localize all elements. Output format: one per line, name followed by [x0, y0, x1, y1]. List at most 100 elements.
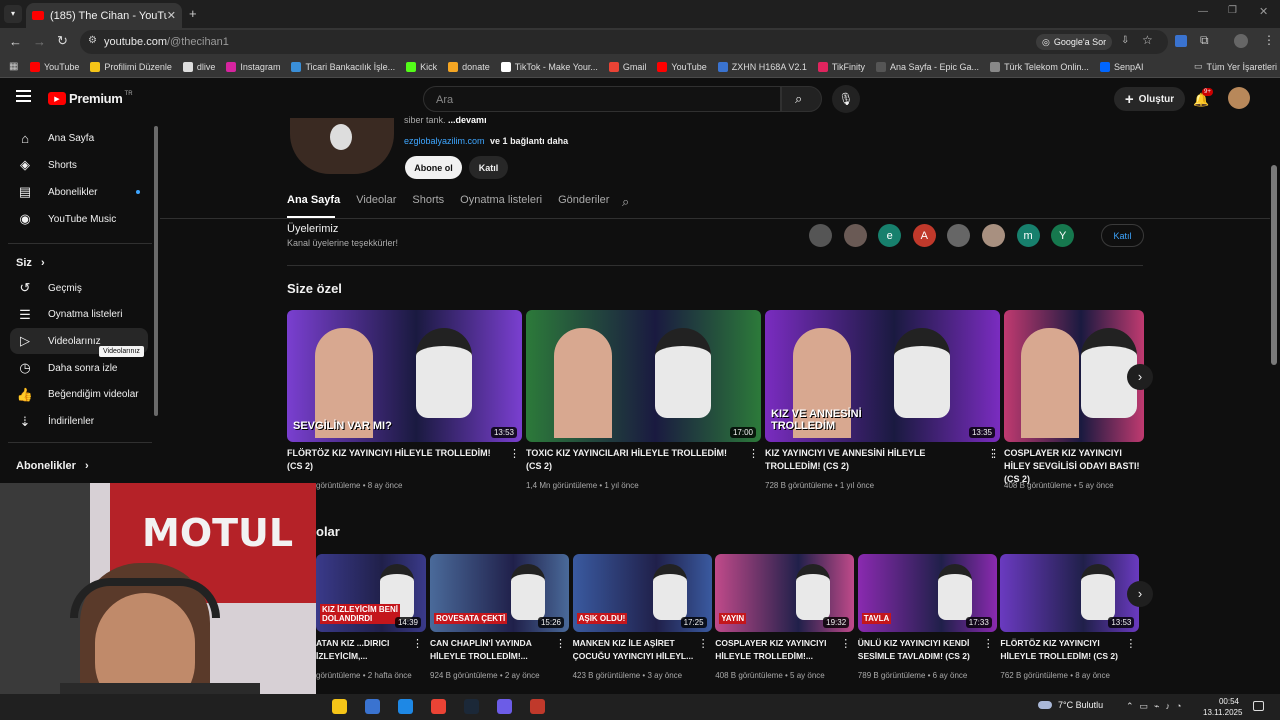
video-title[interactable]: ATAN KIZ ...DIRICI İZLEYİCİM,... [316, 637, 410, 663]
video-title[interactable]: KIZ YAYINCIYI VE ANNESİNİ HİLEYLE TROLLE… [765, 447, 980, 473]
weather-widget[interactable]: 7°C Bulutlu [1038, 700, 1103, 710]
obs-icon[interactable] [530, 699, 545, 714]
more-link[interactable]: ...devamı [448, 115, 487, 125]
more-links[interactable]: ve 1 bağlantı daha [490, 136, 568, 146]
bookmark-item[interactable]: TikTok - Make Your... [500, 61, 598, 72]
more-actions-icon[interactable]: ⋮ [412, 637, 423, 650]
video-title[interactable]: COSPLAYER KIZ YAYINCIYI HİLEYLE TROLLEDİ… [715, 637, 838, 663]
new-tab-button[interactable]: + [189, 6, 197, 21]
video-title[interactable]: TOXIC KIZ YAYINCILARI HİLEYLE TROLLEDİM!… [526, 447, 741, 473]
minimize-icon[interactable]: — [1198, 6, 1208, 17]
menu-dots-icon[interactable]: ⋮ [1263, 33, 1275, 47]
more-actions-icon[interactable]: ⋮ [698, 637, 709, 650]
video-thumbnail[interactable]: 13:53 [1000, 554, 1140, 632]
bookmark-item[interactable]: Instagram [226, 61, 280, 72]
more-actions-icon[interactable]: ⋮ [509, 447, 520, 460]
translate-icon[interactable] [1175, 35, 1187, 47]
more-actions-icon[interactable]: ⋮ [1125, 637, 1136, 650]
all-bookmarks[interactable]: ▭ Tüm Yer İşaretleri [1194, 61, 1277, 72]
discord-icon[interactable] [497, 699, 512, 714]
store-icon[interactable] [365, 699, 380, 714]
sidebar-item-home[interactable]: ⌂ Ana Sayfa [10, 125, 148, 151]
more-actions-icon[interactable]: ⋮ [989, 447, 1000, 460]
notifications-button[interactable]: 🔔 9+ [1193, 88, 1213, 109]
reload-icon[interactable]: ↻ [57, 33, 68, 49]
close-window-icon[interactable]: ✕ [1259, 5, 1268, 18]
member-avatar[interactable]: A [912, 224, 936, 247]
video-thumbnail[interactable] [1004, 310, 1144, 442]
install-icon[interactable]: ⇩ [1121, 35, 1129, 46]
join-button[interactable]: Katıl [469, 156, 508, 179]
close-tab-icon[interactable]: ✕ [167, 9, 176, 22]
tab-1[interactable]: Videolar [356, 194, 396, 206]
bookmark-item[interactable]: Profilimi Düzenle [90, 61, 172, 72]
bookmark-item[interactable]: ZXHN H168A V2.1 [717, 61, 807, 72]
bookmark-item[interactable]: donate [448, 61, 490, 72]
address-bar[interactable]: ⚙ youtube.com/@thecihan1 [80, 30, 1168, 54]
subscribe-button[interactable]: Abone ol [405, 156, 462, 179]
notification-center-icon[interactable] [1253, 701, 1264, 711]
video-thumbnail[interactable]: TAVLA 17:33 [857, 554, 997, 632]
bookmark-item[interactable]: TikFinity [817, 61, 865, 72]
subscriptions-header[interactable]: Abonelikler › [16, 460, 89, 472]
forward-icon[interactable]: → [33, 34, 46, 49]
video-thumbnail[interactable]: AŞIK OLDU! 17:25 [572, 554, 712, 632]
video-thumbnail[interactable]: YAYIN 19:32 [715, 554, 855, 632]
bookmark-item[interactable]: Gmail [608, 61, 646, 72]
shelf-next-button-2[interactable]: › [1127, 581, 1153, 607]
sidebar-item-download[interactable]: ⇣ İndirilenler [10, 409, 148, 435]
mail-icon[interactable] [398, 699, 413, 714]
tab-menu-button[interactable]: ▾ [4, 5, 22, 23]
extensions-icon[interactable]: ⧉ [1200, 33, 1209, 48]
sidebar-item-playlist[interactable]: ☰ Oynatma listeleri [10, 302, 148, 328]
sidebar-item-shorts[interactable]: ◈ Shorts [10, 152, 148, 178]
browser-tab[interactable]: (185) The Cihan - YouTube ✕ [26, 3, 182, 28]
members-join-button[interactable]: Katıl [1101, 224, 1144, 247]
google-ask-button[interactable]: ◎ Google'a Sor [1036, 34, 1113, 50]
member-avatar[interactable]: Y [1051, 224, 1075, 247]
more-actions-icon[interactable]: ⋮ [840, 637, 851, 650]
avatar[interactable] [1228, 87, 1250, 109]
hamburger-menu-icon[interactable] [16, 90, 31, 102]
you-section-header[interactable]: Siz › [16, 257, 45, 269]
create-button[interactable]: + Oluştur [1114, 87, 1185, 111]
member-avatar[interactable]: m [1016, 224, 1040, 247]
video-title[interactable]: ÜNLÜ KIZ YAYINCIYI KENDİ SESİMLE TAVLADI… [858, 637, 981, 663]
video-title[interactable]: FLÖRTÖZ KIZ YAYINCIYI HİLEYLE TROLLEDİM!… [1000, 637, 1123, 663]
shelf-next-button[interactable]: › [1127, 364, 1153, 390]
search-button[interactable]: ⌕ [781, 86, 822, 112]
channel-link[interactable]: ezglobalyazilim.com [404, 136, 485, 146]
member-avatar[interactable] [809, 224, 832, 247]
tab-4[interactable]: Gönderiler [558, 194, 609, 206]
video-thumbnail[interactable]: SEVGİLİN VAR MI? 13:53 [287, 310, 522, 442]
video-title[interactable]: CAN CHAPLİN'İ YAYINDA HİLEYLE TROLLEDİM!… [430, 637, 553, 663]
video-thumbnail[interactable]: 17:00 [526, 310, 761, 442]
bookmark-item[interactable]: Kick [406, 61, 437, 72]
sidebar-item-like[interactable]: 👍 Beğendiğim videolar [10, 382, 148, 408]
voice-search-button[interactable]: 🎙 [832, 85, 860, 113]
star-icon[interactable]: ☆ [1142, 33, 1153, 47]
restore-icon[interactable]: ❐ [1228, 5, 1237, 16]
apps-grid-icon[interactable]: ▦ [9, 61, 18, 72]
video-thumbnail[interactable]: KIZ İZLEYİCİM BENİ DOLANDIRDI 14:39 [316, 554, 426, 632]
more-actions-icon[interactable]: ⋮ [748, 447, 759, 460]
clock[interactable]: 00:54 13.11.2025 [1203, 696, 1242, 718]
bookmark-item[interactable]: YouTube [657, 61, 707, 72]
sidebar-scrollbar[interactable] [154, 126, 158, 416]
page-scrollbar[interactable] [1271, 165, 1277, 365]
bookmark-item[interactable]: Türk Telekom Onlin... [990, 61, 1089, 72]
bookmark-item[interactable]: SenpAI [1099, 61, 1143, 72]
sidebar-item-music[interactable]: ◉ YouTube Music [10, 206, 148, 232]
bookmark-item[interactable]: YouTube [30, 61, 79, 72]
sidebar-item-watch-later[interactable]: ◷ Daha sonra izle [10, 355, 148, 381]
tab-3[interactable]: Oynatma listeleri [460, 194, 542, 206]
member-avatar[interactable] [947, 224, 971, 247]
video-thumbnail[interactable]: KIZ VE ANNESİNİ TROLLEDİM 13:35 [765, 310, 1000, 442]
channel-search-icon[interactable]: ⌕ [622, 194, 629, 210]
site-info-icon[interactable]: ⚙ [88, 35, 97, 46]
member-avatar[interactable] [982, 224, 1005, 247]
member-avatar[interactable]: e [878, 224, 902, 247]
tray-icons[interactable]: ⌃▭⌁♪◔ [1126, 701, 1187, 712]
back-icon[interactable]: ← [9, 34, 22, 49]
video-title[interactable]: FLÖRTÖZ KIZ YAYINCIYI HİLEYLE TROLLEDİM!… [287, 447, 502, 473]
